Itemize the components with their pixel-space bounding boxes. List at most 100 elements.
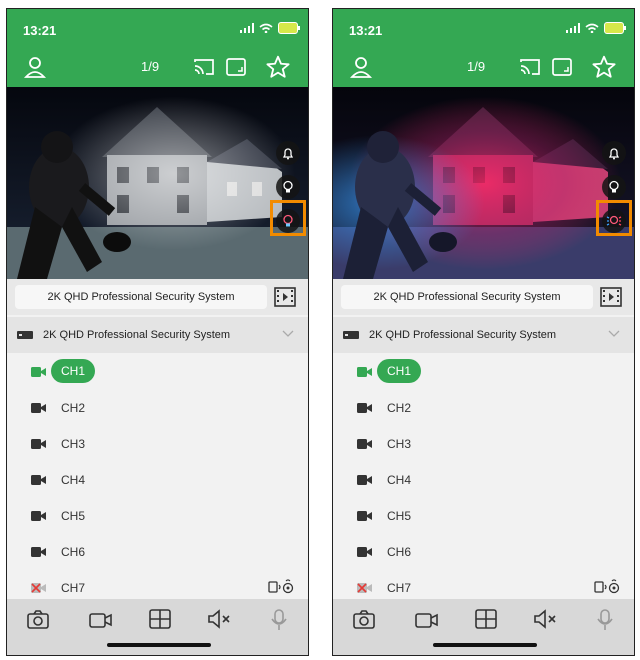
channel-label: CH1 xyxy=(377,359,422,383)
channel-label: CH3 xyxy=(387,437,412,451)
video-camera-icon xyxy=(31,367,46,377)
signal-icon xyxy=(240,23,254,33)
signal-icon xyxy=(566,23,580,33)
video-camera-icon xyxy=(31,475,46,485)
camera-icon[interactable] xyxy=(353,609,375,629)
light-button[interactable] xyxy=(602,175,626,199)
mute-icon[interactable] xyxy=(533,609,559,629)
channel-item[interactable]: CH6 xyxy=(7,535,308,570)
channel-label: CH2 xyxy=(387,401,412,415)
home-indicator xyxy=(433,643,537,647)
highlight-box xyxy=(596,200,632,236)
mic-icon[interactable] xyxy=(597,609,613,631)
channel-item[interactable]: CH5 xyxy=(7,499,308,534)
mute-icon[interactable] xyxy=(207,609,233,629)
offline-camera-icon xyxy=(31,583,46,593)
video-camera-icon xyxy=(357,439,372,449)
wifi-icon xyxy=(585,23,599,33)
device-row[interactable]: 2K QHD Professional Security System xyxy=(333,317,634,353)
camera-view[interactable] xyxy=(333,87,634,279)
status-icons xyxy=(566,22,626,34)
camera-view[interactable] xyxy=(7,87,308,279)
top-nav: 1/9 xyxy=(7,47,308,87)
chevron-down-icon[interactable] xyxy=(282,330,294,338)
channel-label: CH4 xyxy=(61,473,86,487)
star-icon[interactable] xyxy=(265,54,291,80)
device-name: 2K QHD Professional Security System xyxy=(369,329,557,341)
bulb-icon xyxy=(283,180,293,193)
home-indicator xyxy=(107,643,211,647)
cast-icon[interactable] xyxy=(519,57,541,77)
user-icon[interactable] xyxy=(349,55,373,79)
grid-icon[interactable] xyxy=(149,609,171,629)
status-bar: 13:21 xyxy=(333,9,634,47)
device-title-bar: 2K QHD Professional Security System xyxy=(7,279,308,315)
offline-camera-icon xyxy=(357,583,372,593)
phone-left: 13:21 1/9 2K QHD Professional Security S… xyxy=(6,8,309,656)
video-icon[interactable] xyxy=(89,609,113,629)
video-camera-icon xyxy=(357,475,372,485)
channel-label: CH7 xyxy=(387,581,412,595)
channel-item[interactable]: CH1 xyxy=(333,355,634,390)
doorbell-icon[interactable] xyxy=(594,579,620,595)
dvr-icon xyxy=(343,331,359,339)
camera-image xyxy=(333,87,634,279)
battery-icon xyxy=(604,22,626,34)
camera-icon[interactable] xyxy=(27,609,49,629)
bell-button[interactable] xyxy=(276,141,300,165)
channel-label: CH6 xyxy=(61,545,86,559)
bottom-toolbar xyxy=(7,599,308,655)
grid-icon[interactable] xyxy=(475,609,497,629)
star-icon[interactable] xyxy=(591,54,617,80)
device-title: 2K QHD Professional Security System xyxy=(15,285,267,309)
battery-icon xyxy=(278,22,300,34)
video-camera-icon xyxy=(357,367,372,377)
channel-label: CH6 xyxy=(387,545,412,559)
channel-item[interactable]: CH2 xyxy=(333,391,634,426)
video-camera-icon xyxy=(31,439,46,449)
channel-list: CH1 CH2 CH3 CH4 CH5 CH6 CH7 xyxy=(7,353,308,605)
light-button[interactable] xyxy=(276,175,300,199)
video-camera-icon xyxy=(357,547,372,557)
doorbell-icon[interactable] xyxy=(268,579,294,595)
channel-label: CH5 xyxy=(387,509,412,523)
channel-item[interactable]: CH2 xyxy=(7,391,308,426)
channel-label: CH3 xyxy=(61,437,86,451)
bell-button[interactable] xyxy=(602,141,626,165)
film-icon[interactable] xyxy=(600,287,622,307)
video-camera-icon xyxy=(31,403,46,413)
bulb-icon xyxy=(609,180,619,193)
video-camera-icon xyxy=(31,547,46,557)
film-icon[interactable] xyxy=(274,287,296,307)
channel-item[interactable]: CH4 xyxy=(333,463,634,498)
channel-item[interactable]: CH6 xyxy=(333,535,634,570)
device-name: 2K QHD Professional Security System xyxy=(43,329,231,341)
video-camera-icon xyxy=(357,403,372,413)
user-icon[interactable] xyxy=(23,55,47,79)
top-nav: 1/9 xyxy=(333,47,634,87)
channel-label: CH5 xyxy=(61,509,86,523)
status-bar: 13:21 xyxy=(7,9,308,47)
device-row[interactable]: 2K QHD Professional Security System xyxy=(7,317,308,353)
cast-icon[interactable] xyxy=(193,57,215,77)
video-icon[interactable] xyxy=(415,609,439,629)
video-camera-icon xyxy=(357,511,372,521)
channel-item[interactable]: CH3 xyxy=(333,427,634,462)
page-indicator: 1/9 xyxy=(467,59,486,74)
chevron-down-icon[interactable] xyxy=(608,330,620,338)
channel-item[interactable]: CH5 xyxy=(333,499,634,534)
channel-item[interactable]: CH1 xyxy=(7,355,308,390)
channel-item[interactable]: CH4 xyxy=(7,463,308,498)
bottom-toolbar xyxy=(333,599,634,655)
screen-icon[interactable] xyxy=(225,57,247,77)
status-icons xyxy=(240,22,300,34)
bell-icon xyxy=(608,148,620,160)
channel-item[interactable]: CH3 xyxy=(7,427,308,462)
status-time: 13:21 xyxy=(23,23,57,38)
highlight-box xyxy=(270,200,306,236)
screen-icon[interactable] xyxy=(551,57,573,77)
camera-image xyxy=(7,87,308,279)
channel-label: CH4 xyxy=(387,473,412,487)
mic-icon[interactable] xyxy=(271,609,287,631)
device-title-bar: 2K QHD Professional Security System xyxy=(333,279,634,315)
